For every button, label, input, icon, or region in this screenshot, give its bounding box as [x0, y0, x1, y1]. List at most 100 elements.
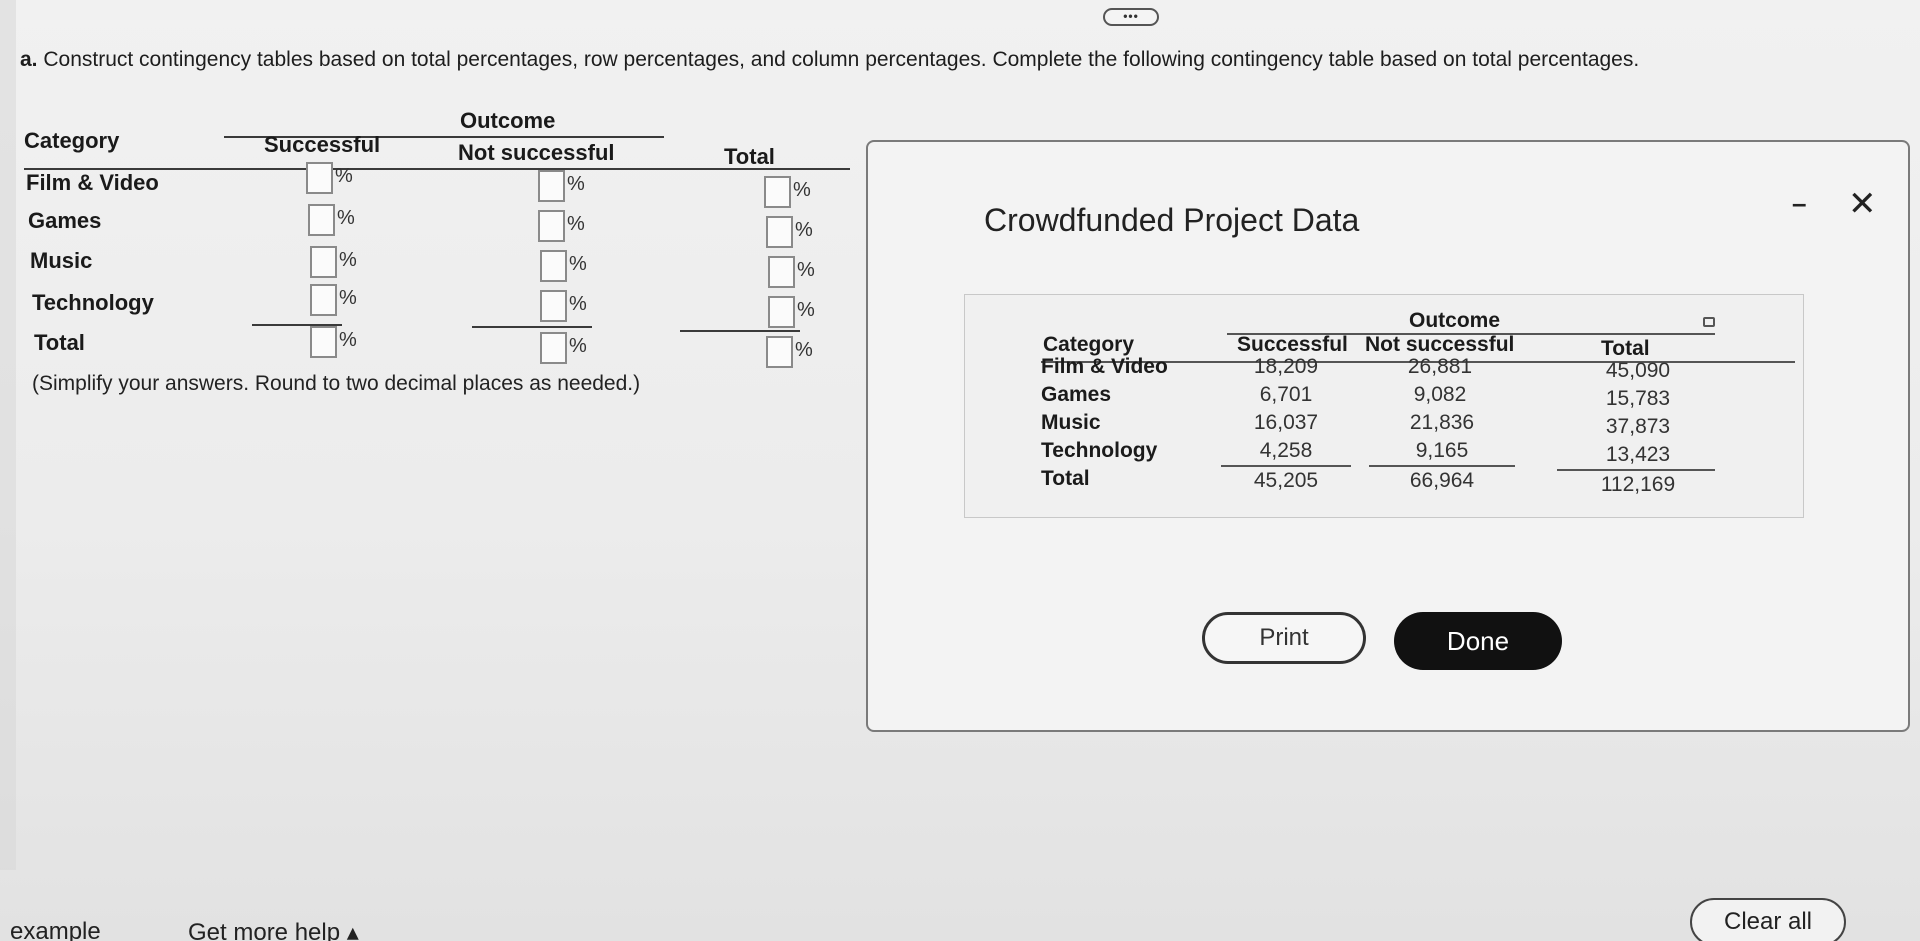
- percent-sign: %: [793, 179, 811, 201]
- data-row-label: Music: [1041, 411, 1101, 434]
- data-cell-total: 112,169: [1600, 473, 1676, 496]
- print-button[interactable]: Print: [1202, 612, 1366, 664]
- close-icon[interactable]: ✕: [1848, 184, 1877, 224]
- done-button[interactable]: Done: [1394, 612, 1562, 670]
- clear-all-button[interactable]: Clear all: [1690, 898, 1846, 941]
- data-column-successful: Successful: [1237, 333, 1348, 356]
- percent-sign: %: [569, 253, 587, 275]
- data-row-label: Technology: [1041, 439, 1158, 462]
- more-options-button[interactable]: •••: [1103, 8, 1159, 26]
- answer-cell: %: [310, 246, 357, 278]
- data-cell-successful: 18,209: [1253, 355, 1319, 378]
- answer-cell: %: [540, 290, 587, 322]
- answer-input[interactable]: [766, 216, 793, 248]
- left-edge: [0, 0, 16, 870]
- percent-sign: %: [795, 219, 813, 241]
- minimize-icon[interactable]: –: [1792, 188, 1806, 219]
- answer-cell: %: [540, 250, 587, 282]
- category-header: Category: [24, 128, 120, 153]
- percent-sign: %: [797, 299, 815, 321]
- question-text: a. Construct contingency tables based on…: [20, 48, 1840, 72]
- get-more-help-link[interactable]: Get more help ▴: [188, 918, 359, 941]
- answer-input[interactable]: [540, 250, 567, 282]
- answer-input[interactable]: [540, 332, 567, 364]
- data-cell-not-successful: 26,881: [1407, 355, 1473, 378]
- data-dialog: Crowdfunded Project Data – ✕ Outcome Cat…: [866, 140, 1910, 732]
- data-column-total: Total: [1601, 337, 1650, 360]
- data-cell-not-successful: 21,836: [1409, 411, 1475, 434]
- row-label-music: Music: [30, 248, 93, 273]
- data-cell-successful: 6,701: [1259, 383, 1313, 406]
- answer-cell: %: [310, 326, 357, 358]
- column-rule: [252, 324, 342, 326]
- data-cell-total: 45,090: [1605, 359, 1671, 382]
- data-cell-not-successful: 66,964: [1409, 469, 1475, 492]
- screen: ••• a. Construct contingency tables base…: [0, 0, 1920, 941]
- percent-sign: %: [795, 339, 813, 361]
- data-cell-successful: 45,205: [1253, 469, 1319, 492]
- answer-input[interactable]: [540, 290, 567, 322]
- percent-sign: %: [339, 249, 357, 271]
- data-outcome-header: Outcome: [1409, 309, 1501, 332]
- percent-sign: %: [567, 173, 585, 195]
- row-label-total: Total: [34, 330, 85, 355]
- answer-input[interactable]: [310, 284, 337, 316]
- data-table-panel: Outcome Category Successful Not successf…: [964, 294, 1804, 518]
- column-rule: [472, 326, 592, 328]
- percent-sign: %: [339, 329, 357, 351]
- data-row-label: Games: [1041, 383, 1112, 406]
- data-cell-total: 15,783: [1605, 387, 1671, 410]
- row-label-games: Games: [28, 208, 102, 233]
- view-example-link[interactable]: example: [10, 918, 101, 941]
- answer-input[interactable]: [310, 326, 337, 358]
- answer-input[interactable]: [766, 336, 793, 368]
- rounding-note: (Simplify your answers. Round to two dec…: [32, 372, 641, 395]
- percent-sign: %: [337, 207, 355, 229]
- answer-input[interactable]: [308, 204, 335, 236]
- data-cell-successful: 16,037: [1253, 411, 1319, 434]
- answer-table: Outcome Category Successful Not successf…: [20, 104, 850, 404]
- outcome-header: Outcome: [460, 108, 556, 133]
- answer-input[interactable]: [768, 296, 795, 328]
- answer-input[interactable]: [306, 162, 333, 194]
- answer-cell: %: [538, 210, 585, 242]
- answer-cell: %: [764, 176, 811, 208]
- answer-input[interactable]: [768, 256, 795, 288]
- row-label-technology: Technology: [32, 290, 154, 315]
- percent-sign: %: [335, 165, 353, 187]
- data-column-rule: [1557, 469, 1715, 471]
- data-column-rule: [1369, 465, 1515, 467]
- column-rule: [680, 330, 800, 332]
- answer-cell: %: [766, 336, 813, 368]
- answer-cell: %: [308, 204, 355, 236]
- answer-cell: %: [768, 296, 815, 328]
- percent-sign: %: [569, 293, 587, 315]
- answer-input[interactable]: [538, 170, 565, 202]
- answer-cell: %: [538, 170, 585, 202]
- data-row-label: Total: [1041, 467, 1090, 490]
- answer-cell: %: [766, 216, 813, 248]
- answer-input[interactable]: [538, 210, 565, 242]
- data-cell-not-successful: 9,082: [1413, 383, 1467, 406]
- answer-input[interactable]: [310, 246, 337, 278]
- percent-sign: %: [569, 335, 587, 357]
- data-cell-total: 13,423: [1605, 443, 1671, 466]
- data-row-label: Film & Video: [1041, 355, 1168, 378]
- data-column-not-successful: Not successful: [1365, 333, 1515, 356]
- answer-cell: %: [310, 284, 357, 316]
- percent-sign: %: [797, 259, 815, 281]
- expand-icon[interactable]: [1703, 317, 1715, 327]
- percent-sign: %: [567, 213, 585, 235]
- data-column-rule: [1221, 465, 1351, 467]
- column-header-total: Total: [724, 144, 775, 169]
- top-bar: [0, 0, 1920, 18]
- question-body: Construct contingency tables based on to…: [43, 48, 1640, 71]
- data-cell-total: 37,873: [1605, 415, 1671, 438]
- question-part: a.: [20, 48, 38, 71]
- data-cell-successful: 4,258: [1259, 439, 1313, 462]
- percent-sign: %: [339, 287, 357, 309]
- data-category-header: Category: [1043, 333, 1135, 356]
- answer-input[interactable]: [764, 176, 791, 208]
- column-header-successful: Successful: [264, 132, 381, 157]
- column-header-not-successful: Not successful: [458, 140, 615, 165]
